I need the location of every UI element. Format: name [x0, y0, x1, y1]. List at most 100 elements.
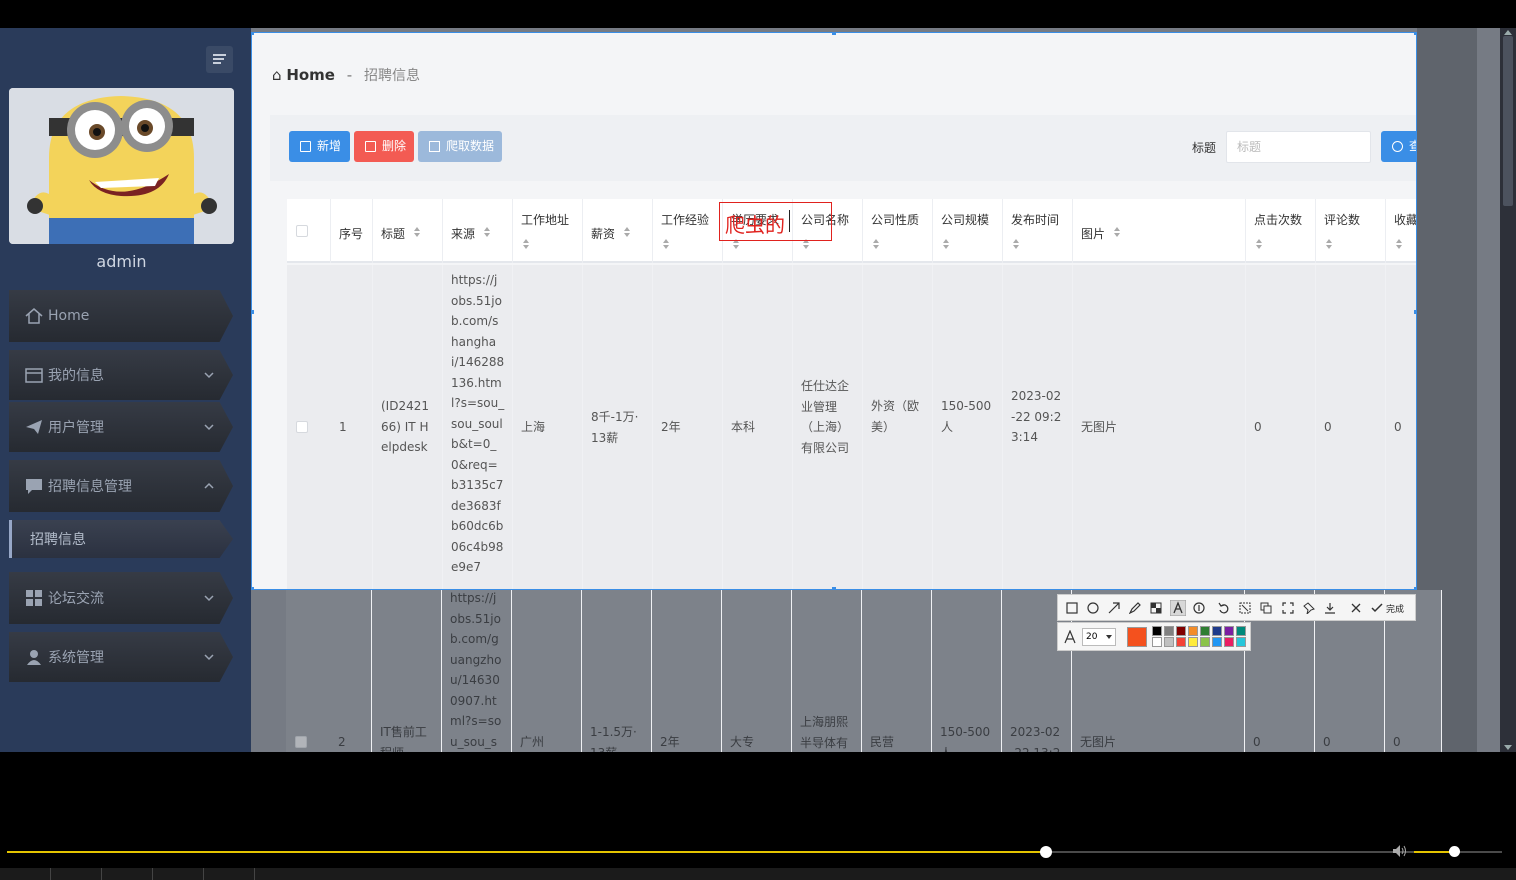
resize-handle[interactable] [252, 310, 254, 314]
column-header[interactable]: 评论数 [1316, 199, 1386, 263]
fullscreen-icon[interactable] [1282, 602, 1294, 614]
column-header[interactable]: 公司规模 [933, 199, 1003, 263]
crawl-data-button[interactable]: 爬取数据 [418, 131, 502, 162]
sort-icon[interactable] [1396, 239, 1402, 249]
row-published: 2023-02 -22 13:2 [1010, 725, 1061, 752]
pencil-tool-icon[interactable] [1129, 602, 1141, 614]
resize-handle[interactable] [252, 587, 254, 589]
undo-icon[interactable] [1218, 602, 1230, 614]
sort-icon[interactable] [1114, 227, 1120, 237]
sort-icon[interactable] [873, 239, 879, 249]
sidebar-item-my-info[interactable]: 我的信息 [9, 350, 233, 400]
font-size-select[interactable]: 20 [1082, 628, 1116, 646]
sort-icon[interactable] [1326, 239, 1332, 249]
sidebar-item-user-management[interactable]: 用户管理 [9, 402, 233, 452]
table-row[interactable]: 1 (ID2421 66) IT H elpdesk https://j obs… [287, 265, 1416, 589]
scroll-up-icon[interactable] [1504, 30, 1512, 35]
color-swatch[interactable] [1200, 637, 1210, 647]
screenshot-selection[interactable]: ⌂ Home - 招聘信息 新增 删除 爬取数据 标题 标题 查询 序号 标题 … [251, 32, 1417, 590]
row-checkbox[interactable] [295, 736, 307, 748]
resize-handle[interactable] [1414, 587, 1416, 589]
sort-icon[interactable] [414, 227, 420, 237]
color-swatch[interactable] [1152, 637, 1162, 647]
color-swatch[interactable] [1188, 637, 1198, 647]
column-header[interactable]: 收藏数 [1386, 199, 1416, 263]
column-header[interactable]: 公司性质 [863, 199, 933, 263]
delete-button[interactable]: 删除 [354, 131, 414, 162]
color-swatch[interactable] [1176, 637, 1186, 647]
text-tool-icon[interactable] [1170, 600, 1186, 616]
color-swatch[interactable] [1236, 637, 1246, 647]
color-swatch[interactable] [1224, 626, 1234, 636]
column-header[interactable]: 标题 [373, 199, 443, 263]
resize-handle[interactable] [252, 33, 254, 35]
vertical-scrollbar[interactable] [1500, 28, 1516, 752]
search-input[interactable]: 标题 [1226, 131, 1371, 163]
current-color-swatch[interactable] [1127, 627, 1147, 647]
column-header[interactable]: 薪资 [583, 199, 653, 263]
color-swatch[interactable] [1224, 637, 1234, 647]
select-all-checkbox[interactable] [296, 225, 308, 237]
text-annotation-box[interactable]: 爬虫的 [719, 202, 832, 241]
color-swatch[interactable] [1152, 626, 1162, 636]
sidebar-item-recruitment-info[interactable]: 招聘信息 [9, 520, 233, 558]
column-header[interactable]: 序号 [331, 199, 373, 263]
sort-icon[interactable] [624, 227, 630, 237]
column-header[interactable]: 点击次数 [1246, 199, 1316, 263]
sort-icon[interactable] [663, 239, 669, 249]
volume-slider[interactable] [1414, 846, 1502, 857]
color-swatch[interactable] [1212, 637, 1222, 647]
volume-icon[interactable] [1392, 844, 1408, 858]
mosaic-tool-icon[interactable] [1150, 602, 1162, 614]
pin-icon[interactable] [1303, 602, 1315, 614]
volume-handle[interactable] [1448, 846, 1460, 857]
sidebar-item-home[interactable]: Home [9, 290, 233, 342]
color-swatch[interactable] [1200, 626, 1210, 636]
done-label[interactable]: 完成 [1386, 602, 1404, 615]
column-header[interactable]: 工作地址 [513, 199, 583, 263]
column-header[interactable]: 图片 [1073, 199, 1246, 263]
color-swatch[interactable] [1212, 626, 1222, 636]
color-swatch[interactable] [1236, 626, 1246, 636]
number-tool-icon[interactable] [1193, 602, 1205, 614]
resize-handle[interactable] [1414, 33, 1416, 35]
menu-toggle-button[interactable] [206, 46, 233, 73]
sidebar-item-recruitment-management[interactable]: 招聘信息管理 [9, 460, 233, 512]
resize-handle[interactable] [1414, 310, 1416, 314]
sidebar-item-system-management[interactable]: 系统管理 [9, 632, 233, 682]
add-button[interactable]: 新增 [289, 131, 350, 162]
ellipse-tool-icon[interactable] [1087, 602, 1099, 614]
arrow-tool-icon[interactable] [1108, 602, 1120, 614]
scroll-thumb[interactable] [1503, 36, 1513, 206]
sort-icon[interactable] [1256, 239, 1262, 249]
row-checkbox[interactable] [296, 421, 308, 433]
sort-icon[interactable] [484, 227, 490, 237]
column-header[interactable]: 工作经验 [653, 199, 723, 263]
scroll-down-icon[interactable] [1504, 745, 1512, 750]
close-icon[interactable] [1350, 602, 1362, 614]
download-icon[interactable] [1324, 602, 1336, 614]
resize-handle[interactable] [832, 33, 836, 35]
sort-icon[interactable] [1013, 239, 1019, 249]
sidebar-item-forum[interactable]: 论坛交流 [9, 572, 233, 624]
seek-bar[interactable] [7, 846, 1500, 858]
sort-icon[interactable] [523, 239, 529, 249]
color-swatch[interactable] [1164, 637, 1174, 647]
crop-tool-icon[interactable] [1239, 602, 1251, 614]
column-header[interactable]: 来源 [443, 199, 513, 263]
query-button[interactable]: 查询 [1381, 131, 1416, 162]
minus-square-icon [365, 141, 376, 152]
sort-icon[interactable] [943, 239, 949, 249]
breadcrumb-home[interactable]: Home [286, 66, 335, 84]
row-image: 无图片 [1081, 420, 1118, 434]
home-icon [25, 308, 43, 324]
rectangle-tool-icon[interactable] [1066, 602, 1078, 614]
color-swatch[interactable] [1164, 626, 1174, 636]
color-swatch[interactable] [1188, 626, 1198, 636]
check-icon[interactable] [1371, 602, 1383, 614]
resize-handle[interactable] [832, 587, 836, 589]
column-header[interactable]: 发布时间 [1003, 199, 1073, 263]
copy-icon[interactable] [1260, 602, 1272, 614]
color-swatch[interactable] [1176, 626, 1186, 636]
seek-handle[interactable] [1040, 846, 1053, 858]
